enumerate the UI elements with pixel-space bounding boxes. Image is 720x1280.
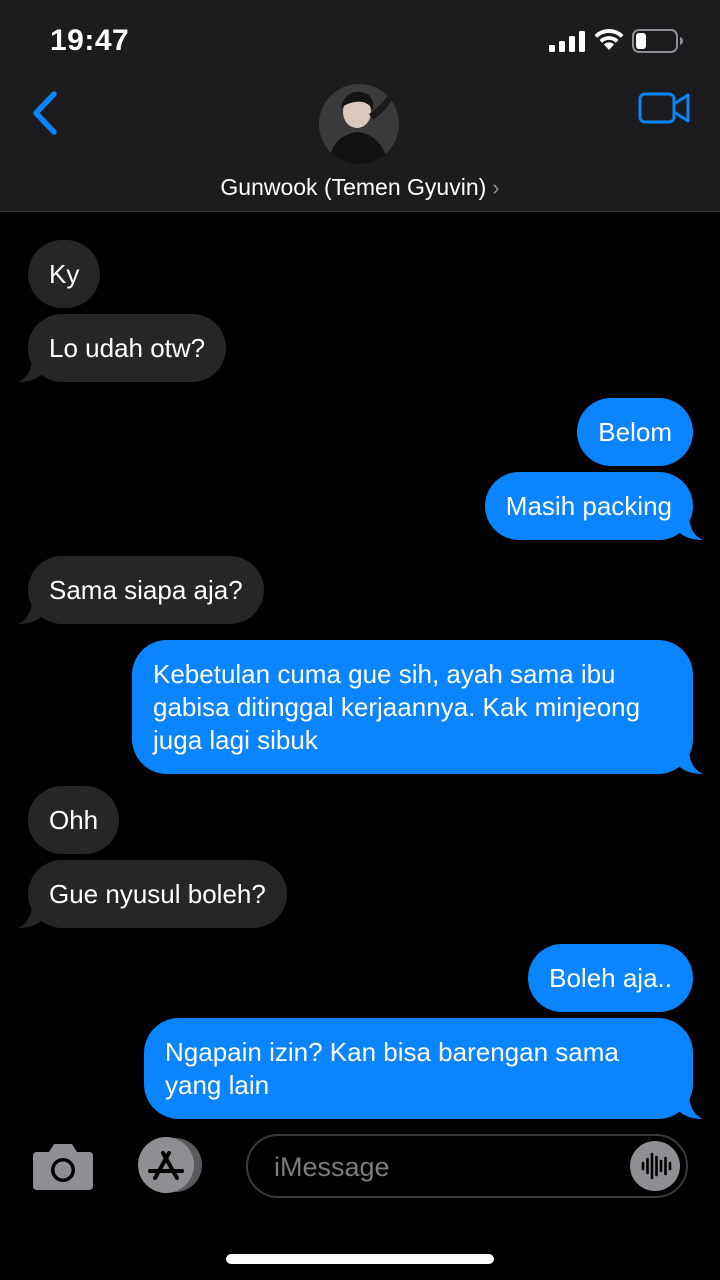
outgoing-message-bubble[interactable]: Belom <box>577 398 693 466</box>
message-text: Sama siapa aja? <box>49 575 243 605</box>
incoming-message-bubble[interactable]: Sama siapa aja? <box>18 556 264 624</box>
message-text: Ngapain izin? Kan bisa barengan sama yan… <box>165 1037 619 1100</box>
messages-screen: 19:47 Gunwook (Temen Gyuvin) › Ky Lo uda… <box>0 0 720 1280</box>
outgoing-message-bubble[interactable]: Kebetulan cuma gue sih, ayah sama ibu ga… <box>132 640 703 774</box>
battery-low-icon <box>632 29 683 53</box>
message-text: Boleh aja.. <box>549 963 672 993</box>
bubble-tail <box>677 748 703 774</box>
home-indicator[interactable] <box>226 1254 494 1264</box>
incoming-message-bubble[interactable]: Ky <box>28 240 101 308</box>
contact-name-button[interactable]: Gunwook (Temen Gyuvin) › <box>0 174 720 201</box>
outgoing-message-bubble[interactable]: Ngapain izin? Kan bisa barengan sama yan… <box>144 1018 703 1119</box>
chevron-right-icon: › <box>492 175 500 200</box>
audio-message-button[interactable] <box>630 1141 680 1191</box>
outgoing-message-bubble[interactable]: Boleh aja.. <box>528 944 693 1012</box>
message-text: Kebetulan cuma gue sih, ayah sama ibu ga… <box>153 659 641 755</box>
bubble-tail <box>677 1093 703 1119</box>
bubble-tail <box>677 514 703 540</box>
conversation-header: 19:47 Gunwook (Temen Gyuvin) › <box>0 0 720 212</box>
camera-button[interactable] <box>31 1140 95 1192</box>
wifi-icon <box>594 28 624 50</box>
message-text: Lo udah otw? <box>49 333 206 363</box>
incoming-message-bubble[interactable]: Ohh <box>28 786 120 854</box>
message-input[interactable] <box>272 1146 616 1188</box>
avatar-photo <box>319 84 399 164</box>
bubble-tail <box>18 902 44 928</box>
message-list: Ky Lo udah otw? Belom Masih packing Sama… <box>0 212 720 1122</box>
message-text: Belom <box>598 417 672 447</box>
audio-waveform-icon <box>641 1152 672 1180</box>
app-store-button[interactable] <box>135 1136 207 1194</box>
message-text: Ohh <box>49 805 99 835</box>
back-button[interactable] <box>26 86 66 140</box>
contact-avatar[interactable] <box>319 84 399 164</box>
incoming-message-bubble[interactable]: Lo udah otw? <box>18 314 227 382</box>
message-text: Masih packing <box>505 491 672 521</box>
message-text: Ky <box>49 259 80 289</box>
message-text: Gue nyusul boleh? <box>49 879 266 909</box>
imessage-input-field[interactable] <box>246 1134 688 1198</box>
incoming-message-bubble[interactable]: Gue nyusul boleh? <box>18 860 287 928</box>
bubble-tail <box>18 598 44 624</box>
status-time: 19:47 <box>50 24 130 57</box>
contact-name: Gunwook (Temen Gyuvin) <box>220 174 487 200</box>
cellular-signal-icon <box>549 30 585 52</box>
outgoing-message-bubble[interactable]: Masih packing <box>484 472 703 540</box>
video-call-button[interactable] <box>636 88 692 128</box>
bubble-tail <box>18 356 44 382</box>
